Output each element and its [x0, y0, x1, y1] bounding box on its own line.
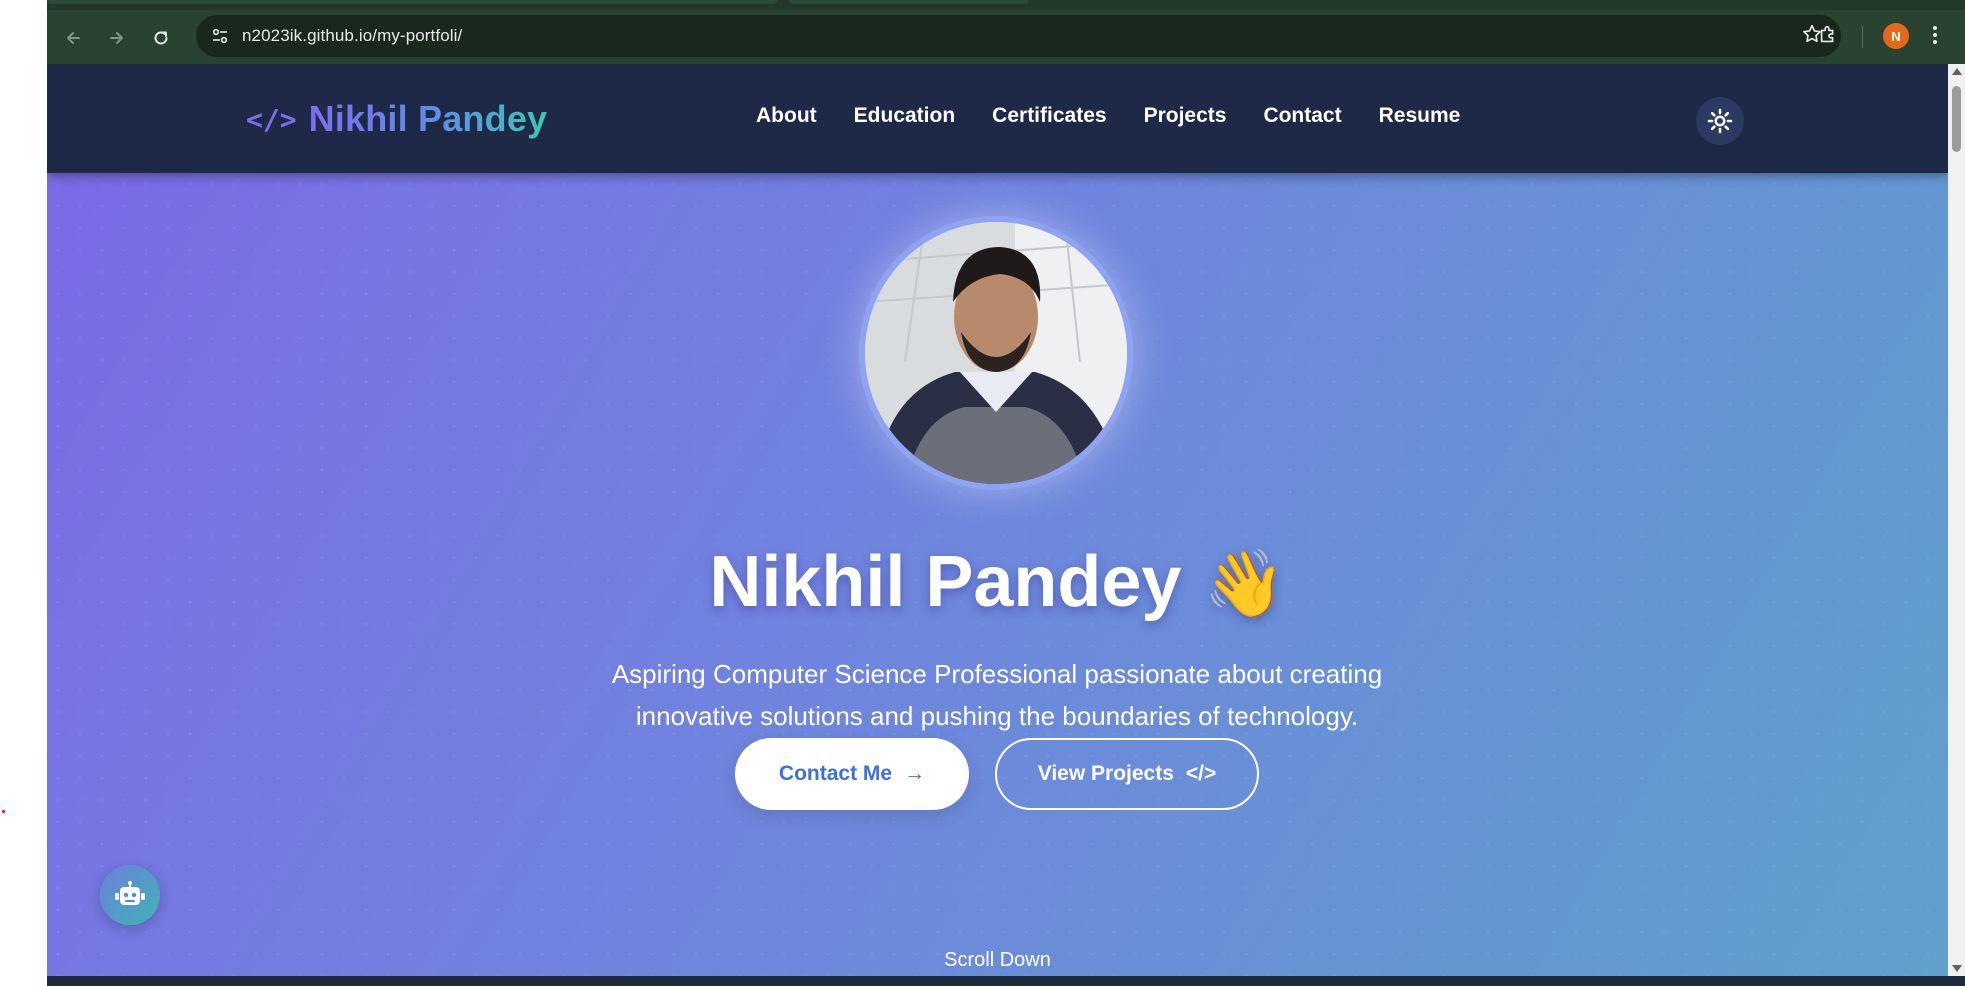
desktop-edge: [0, 0, 47, 986]
sun-icon: [1707, 108, 1733, 134]
reload-button[interactable]: [145, 22, 177, 54]
tab-strip: [47, 0, 1965, 10]
hero-tagline: Aspiring Computer Science Professional p…: [497, 653, 1497, 737]
view-projects-button[interactable]: View Projects </>: [995, 738, 1259, 810]
address-bar[interactable]: n2023ik.github.io/my-portfoli/: [196, 15, 1841, 57]
theme-toggle-button[interactable]: [1696, 97, 1744, 145]
view-projects-label: View Projects: [1037, 762, 1174, 785]
more-menu-icon[interactable]: [1931, 24, 1939, 52]
web-page: </> Nikhil Pandey About Education Certif…: [47, 64, 1948, 976]
arrow-right-icon: [110, 32, 123, 44]
nav-link-resume[interactable]: Resume: [1379, 104, 1461, 128]
nav-link-about[interactable]: About: [756, 104, 817, 128]
arrow-left-icon: [67, 32, 80, 44]
profile-photo: [859, 216, 1133, 490]
logo-text: Nikhil Pandey: [308, 98, 548, 139]
reload-icon: [154, 31, 168, 45]
forward-button[interactable]: [101, 22, 133, 54]
browser-window: n2023ik.github.io/my-portfoli/ N </> Nik…: [47, 0, 1965, 986]
nav-menu: About Education Certificates Projects Co…: [756, 104, 1497, 128]
contact-me-label: Contact Me: [778, 762, 893, 785]
tab[interactable]: [789, 0, 1029, 4]
hero-heading: Nikhil Pandey 👋: [47, 541, 1948, 623]
extensions-puzzle-icon[interactable]: [1817, 24, 1839, 52]
scroll-up-arrow-icon[interactable]: [1952, 68, 1962, 75]
hero-section: Nikhil Pandey 👋 Aspiring Computer Science…: [47, 173, 1948, 976]
arrow-right-icon: →: [904, 762, 926, 785]
nav-link-contact[interactable]: Contact: [1263, 104, 1341, 128]
taskbar-edge: [47, 976, 1965, 986]
tagline-line-1: Aspiring Computer Science Professional p…: [611, 659, 1383, 689]
url-text[interactable]: n2023ik.github.io/my-portfoli/: [242, 26, 462, 46]
tagline-line-2: innovative solutions and pushing the bou…: [635, 701, 1359, 731]
scroll-down-arrow-icon[interactable]: [1952, 965, 1962, 972]
chatbot-button[interactable]: [100, 865, 160, 925]
scrollbar-thumb[interactable]: [1952, 86, 1961, 152]
red-dot-marker: [2, 810, 5, 813]
browser-toolbar: n2023ik.github.io/my-portfoli/ N: [47, 10, 1965, 64]
tab[interactable]: [47, 0, 777, 4]
hero-name: Nikhil Pandey: [709, 542, 1182, 622]
code-brackets-icon: </>: [246, 102, 297, 136]
code-brackets-icon: </>: [1185, 762, 1217, 785]
page-scrollbar[interactable]: [1948, 64, 1965, 976]
contact-me-button[interactable]: Contact Me →: [735, 738, 969, 810]
robot-icon: [115, 881, 145, 905]
back-button[interactable]: [57, 22, 89, 54]
nav-link-certificates[interactable]: Certificates: [992, 104, 1106, 128]
site-navbar: </> Nikhil Pandey About Education Certif…: [47, 64, 1948, 173]
site-info-icon[interactable]: [210, 26, 230, 46]
profile-avatar[interactable]: N: [1883, 23, 1909, 49]
nav-link-education[interactable]: Education: [854, 104, 956, 128]
waving-hand-icon: 👋: [1203, 546, 1286, 620]
toolbar-divider: [1862, 26, 1863, 48]
scroll-down-hint[interactable]: Scroll Down: [47, 949, 1948, 972]
nav-link-projects[interactable]: Projects: [1144, 104, 1227, 128]
site-logo[interactable]: </> Nikhil Pandey: [246, 94, 547, 144]
